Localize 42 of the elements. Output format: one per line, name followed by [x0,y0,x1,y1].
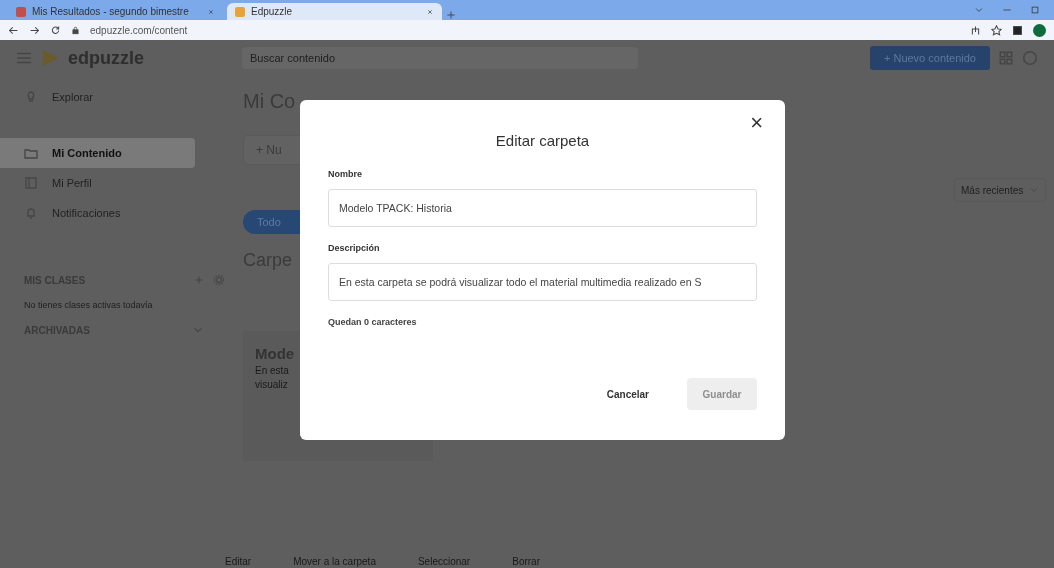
field-label: Descripción [328,243,381,253]
action-link[interactable]: Borrar [512,556,540,567]
favicon-icon [16,6,26,17]
folder-icon [24,146,38,160]
browser-tab[interactable]: Edpuzzle [227,3,442,20]
favicon-icon [235,6,245,17]
card-description: visualiz [255,379,289,390]
sidebar-icon [1012,24,1023,36]
sort-dropdown[interactable]: Más recientes [954,178,1046,202]
chevron-down-icon [974,5,984,15]
back-icon [8,24,19,36]
card-description: En esta [255,365,290,376]
menu-icon [16,50,32,66]
text-field[interactable]: En esta carpeta se podrá visualizar todo el material multimedia realizado en S [328,263,757,301]
close-icon [207,7,215,16]
sidebar-item[interactable]: Mi Contenido [0,138,195,168]
browser-tab[interactable]: Mis Resultados - segundo bimestre [8,3,223,20]
action-link[interactable]: Seleccionar [417,556,471,567]
sidebar-item[interactable]: Mi Perfil [0,168,195,198]
sidebar-item[interactable]: Explorar [0,82,195,112]
profile-icon [1022,50,1038,66]
restore-icon [1030,5,1040,15]
character-counter: Quedan 0 caracteres [328,317,418,327]
close-button[interactable]: × [746,110,767,136]
action-link[interactable]: Mover a la carpeta [293,556,376,567]
logo-icon [40,48,60,68]
avatar-icon[interactable] [1033,23,1046,37]
dialog-title: Editar carpeta [494,132,591,149]
forward-icon [29,24,40,36]
star-icon [991,24,1002,36]
close-icon [426,7,434,16]
cancel-button[interactable]: Cancelar [592,378,663,410]
plus-icon [446,10,456,20]
lock-icon [71,25,80,35]
bell-icon [24,206,38,220]
reload-icon [50,24,61,36]
search-field[interactable]: Buscar contenido [242,47,638,69]
field-label: Nombre [328,169,363,179]
sidebar-item[interactable]: Notificaciones [0,198,195,228]
action-link[interactable]: Editar [225,556,252,567]
text-field[interactable]: Modelo TPACK: Historia [328,189,757,227]
gear-icon [213,274,225,286]
